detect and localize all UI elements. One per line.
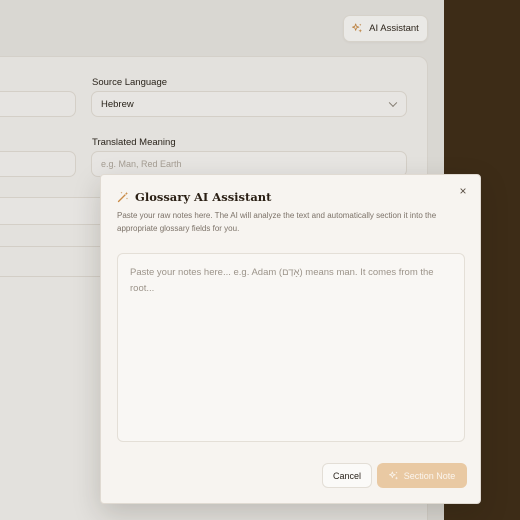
- cancel-button[interactable]: Cancel: [322, 463, 372, 488]
- glossary-ai-dialog: Glossary AI Assistant × Paste your raw n…: [100, 174, 481, 504]
- section-note-button[interactable]: Section Note: [377, 463, 467, 488]
- app-window: AI Assistant Source Language Hebrew Tran…: [0, 0, 520, 520]
- notes-textarea-placeholder: Paste your notes here... e.g. Adam (אָדָ…: [130, 267, 434, 294]
- sparkles-icon: [388, 470, 399, 481]
- section-note-button-label: Section Note: [403, 470, 456, 481]
- magic-wand-icon: [117, 191, 129, 203]
- dialog-title: Glossary AI Assistant: [135, 190, 272, 204]
- cancel-button-label: Cancel: [332, 470, 361, 481]
- dialog-header: Glossary AI Assistant: [117, 190, 271, 204]
- close-icon[interactable]: ×: [457, 185, 469, 197]
- dialog-description: Paste your raw notes here. The AI will a…: [117, 211, 437, 233]
- notes-textarea[interactable]: Paste your notes here... e.g. Adam (אָדָ…: [117, 253, 465, 442]
